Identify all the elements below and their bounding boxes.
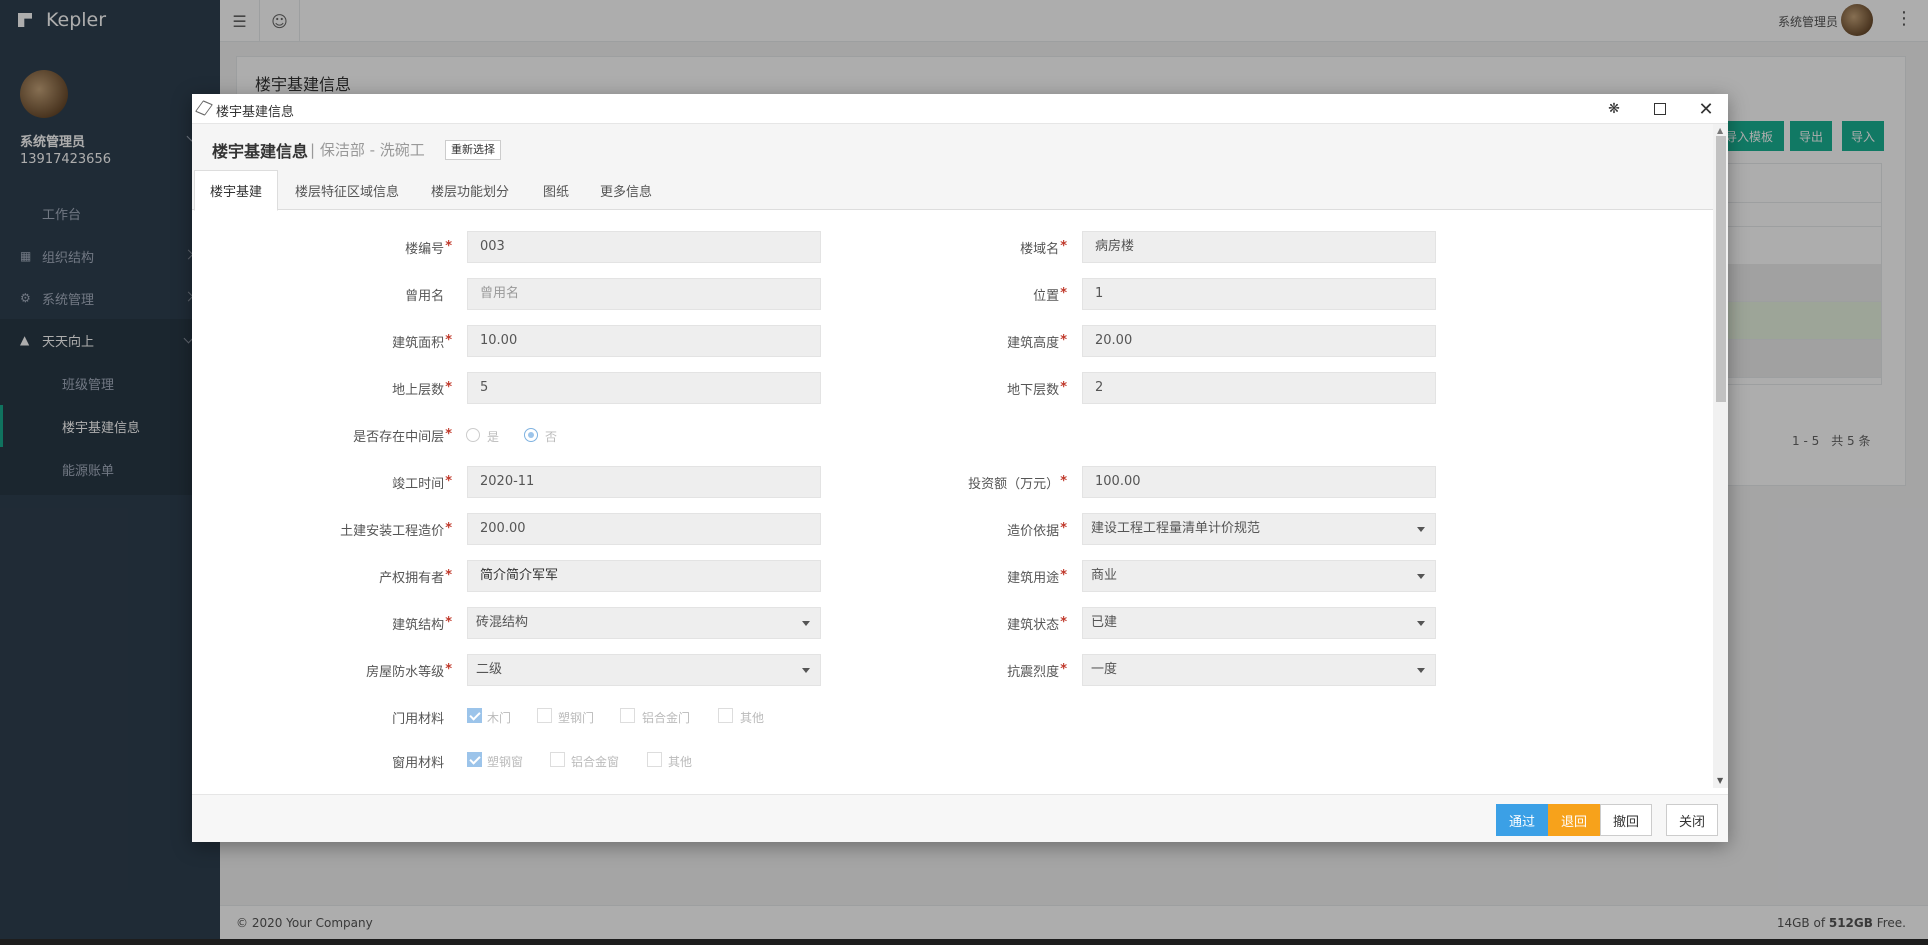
dialog-header: 楼宇基建信息 ❋ ✕ [192, 94, 1728, 124]
close-button[interactable]: 关闭 [1666, 804, 1718, 836]
investment-label: 投资额（万元）* [968, 474, 1067, 492]
door-wood-checkbox[interactable] [467, 708, 482, 723]
usage-select[interactable]: 商业 [1082, 560, 1436, 592]
location-field[interactable]: 1 [1082, 278, 1436, 310]
former-name-label: 曾用名* [405, 289, 445, 304]
dialog-title: 楼宇基建信息 [216, 105, 295, 120]
tab-bar: 楼宇基建 楼层特征区域信息 楼层功能划分 图纸 更多信息 [192, 170, 1713, 211]
door-material-label: 门用材料* [392, 712, 445, 727]
pricing-basis-label: 造价依据* [1007, 521, 1067, 539]
door-plastic-steel-label: 塑钢门 [558, 711, 595, 725]
close-icon[interactable]: ✕ [1684, 94, 1728, 124]
location-label: 位置* [1033, 286, 1067, 304]
waterproof-label: 房屋防水等级* [366, 662, 452, 680]
investment-field[interactable]: 100.00 [1082, 466, 1436, 498]
mezzanine-no-radio[interactable] [524, 428, 538, 442]
tab-building[interactable]: 楼宇基建 [194, 170, 278, 211]
building-no-field[interactable]: 003 [467, 231, 821, 263]
door-aluminum-checkbox[interactable] [620, 708, 635, 723]
mezzanine-no-label: 否 [545, 430, 558, 444]
pricing-basis-select[interactable]: 建设工程工程量清单计价规范 [1082, 513, 1436, 545]
window-plastic-steel-checkbox[interactable] [467, 752, 482, 767]
maximize-icon [1654, 103, 1666, 115]
floors-above-label: 地上层数* [392, 380, 452, 398]
paper-plane-icon [195, 100, 213, 116]
tab-floor-features[interactable]: 楼层特征区域信息 [282, 170, 412, 210]
completion-label: 竣工时间* [392, 474, 452, 492]
door-plastic-steel-checkbox[interactable] [537, 708, 552, 723]
caret-down-icon [1417, 527, 1425, 532]
caret-down-icon [1417, 621, 1425, 626]
civil-cost-label: 土建安装工程造价* [340, 521, 452, 539]
revoke-button[interactable]: 撤回 [1600, 804, 1652, 836]
reject-button[interactable]: 退回 [1548, 804, 1600, 836]
mezzanine-yes-label: 是 [487, 430, 500, 444]
seismic-select[interactable]: 一度 [1082, 654, 1436, 686]
window-other-label: 其他 [668, 755, 693, 769]
owner-field[interactable]: 简介简介军军 [467, 560, 821, 592]
dialog-body[interactable]: 楼宇基建信息 | 保洁部 - 洗碗工 重新选择 楼宇基建 楼层特征区域信息 楼层… [192, 124, 1713, 788]
info-bar: 楼宇基建信息 | 保洁部 - 洗碗工 重新选择 [192, 124, 1713, 170]
caret-down-icon [802, 621, 810, 626]
info-subtitle: | 保洁部 - 洗碗工 [310, 141, 425, 159]
info-title: 楼宇基建信息 [212, 142, 309, 161]
building-no-label: 楼编号* [405, 239, 452, 257]
building-name-field[interactable]: 病房楼 [1082, 231, 1436, 263]
floor-area-label: 建筑面积* [392, 333, 452, 351]
usage-label: 建筑用途* [1007, 568, 1067, 586]
floors-below-field[interactable]: 2 [1082, 372, 1436, 404]
scrollbar-thumb[interactable] [1716, 136, 1726, 402]
waterproof-select[interactable]: 二级 [467, 654, 821, 686]
owner-label: 产权拥有者* [379, 568, 452, 586]
window-material-label: 窗用材料* [392, 756, 445, 771]
door-other-label: 其他 [740, 711, 765, 725]
door-aluminum-label: 铝合金门 [642, 711, 691, 725]
structure-select[interactable]: 砖混结构 [467, 607, 821, 639]
caret-down-icon [802, 668, 810, 673]
maximize-button[interactable] [1638, 94, 1682, 124]
status-select[interactable]: 已建 [1082, 607, 1436, 639]
former-name-field[interactable]: 曾用名 [467, 278, 821, 310]
door-other-checkbox[interactable] [718, 708, 733, 723]
scroll-up-icon[interactable]: ▲ [1717, 126, 1723, 135]
tab-drawings[interactable]: 图纸 [528, 170, 584, 210]
floor-area-field[interactable]: 10.00 [467, 325, 821, 357]
door-wood-label: 木门 [487, 711, 512, 725]
window-plastic-steel-label: 塑钢窗 [487, 755, 524, 769]
dialog-scrollbar[interactable]: ▲ ▼ [1713, 124, 1728, 788]
floors-below-label: 地下层数* [1007, 380, 1067, 398]
reselect-button[interactable]: 重新选择 [445, 140, 501, 160]
structure-label: 建筑结构* [392, 615, 452, 633]
mezzanine-label: 是否存在中间层* [353, 427, 452, 445]
bug-icon[interactable]: ❋ [1592, 94, 1636, 124]
window-other-checkbox[interactable] [647, 752, 662, 767]
dialog-footer: 通过 退回 撤回 关闭 [192, 794, 1728, 842]
height-label: 建筑高度* [1007, 333, 1067, 351]
window-aluminum-checkbox[interactable] [550, 752, 565, 767]
building-info-dialog: 楼宇基建信息 ❋ ✕ 楼宇基建信息 | 保洁部 - 洗碗工 重新选择 楼宇基建 … [192, 94, 1728, 842]
floors-above-field[interactable]: 5 [467, 372, 821, 404]
window-aluminum-label: 铝合金窗 [571, 755, 620, 769]
caret-down-icon [1417, 668, 1425, 673]
approve-button[interactable]: 通过 [1496, 804, 1548, 836]
status-label: 建筑状态* [1007, 615, 1067, 633]
scroll-down-icon[interactable]: ▼ [1717, 776, 1723, 785]
mezzanine-yes-radio[interactable] [466, 428, 480, 442]
tab-more-info[interactable]: 更多信息 [586, 170, 666, 210]
height-field[interactable]: 20.00 [1082, 325, 1436, 357]
seismic-label: 抗震烈度* [1007, 662, 1067, 680]
civil-cost-field[interactable]: 200.00 [467, 513, 821, 545]
tab-floor-functions[interactable]: 楼层功能划分 [414, 170, 526, 210]
building-name-label: 楼域名* [1020, 239, 1067, 257]
caret-down-icon [1417, 574, 1425, 579]
completion-field[interactable]: 2020-11 [467, 466, 821, 498]
